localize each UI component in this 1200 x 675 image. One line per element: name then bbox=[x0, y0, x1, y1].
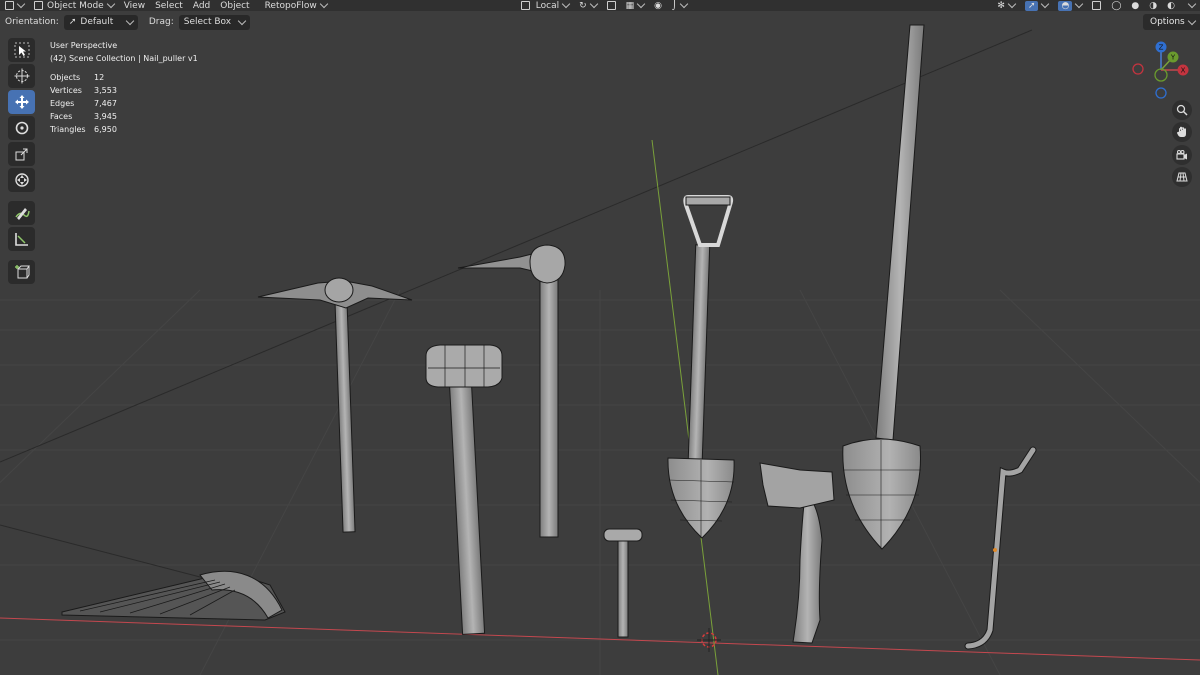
transform-icon bbox=[14, 173, 29, 187]
material-shading-icon: ◑ bbox=[1149, 0, 1158, 11]
short-shovel-mesh bbox=[667, 195, 735, 539]
neg-z-handle[interactable] bbox=[1155, 87, 1167, 99]
proportional-falloff-dropdown[interactable]: ⌡ bbox=[667, 0, 692, 11]
stat-row: Vertices 3,553 bbox=[50, 86, 117, 95]
toggle-projection-button[interactable] bbox=[1172, 167, 1192, 187]
menu-add[interactable]: Add bbox=[188, 0, 215, 11]
camera-icon bbox=[1176, 150, 1187, 160]
proportional-edit-icon: ◉ bbox=[654, 0, 663, 11]
gizmo-toggle[interactable]: ➚ bbox=[1020, 0, 1054, 11]
falloff-icon: ⌡ bbox=[672, 0, 677, 11]
scale-tool[interactable] bbox=[8, 142, 35, 166]
svg-text:Z: Z bbox=[1159, 44, 1164, 52]
tool-shelf bbox=[6, 38, 37, 286]
menu-select[interactable]: Select bbox=[150, 0, 188, 11]
menu-view[interactable]: View bbox=[119, 0, 150, 11]
camera-view-button[interactable] bbox=[1172, 145, 1192, 165]
move-icon bbox=[14, 95, 29, 109]
snap-target-icon: ▦ bbox=[625, 0, 635, 11]
snap-target-dropdown[interactable]: ▦ bbox=[621, 0, 650, 11]
cursor-tool[interactable] bbox=[8, 64, 35, 88]
wireframe-shading-icon: ◯ bbox=[1111, 0, 1122, 11]
saw-mesh bbox=[61, 570, 286, 621]
orientation-label: Orientation: bbox=[5, 17, 59, 27]
hand-icon bbox=[1177, 126, 1186, 137]
shading-material[interactable]: ◑ bbox=[1144, 0, 1162, 11]
neg-x-handle[interactable] bbox=[1132, 63, 1144, 75]
tool-settings-bar: Orientation: ➚ Default Drag: Select Box bbox=[0, 13, 1200, 31]
visibility-icon: ✻ bbox=[997, 0, 1005, 11]
pan-view-button[interactable] bbox=[1172, 122, 1192, 142]
zoom-icon bbox=[1176, 104, 1188, 116]
retopoflow-menu[interactable]: RetopoFlow bbox=[260, 0, 332, 11]
transform-space-dropdown[interactable]: Local bbox=[516, 0, 574, 11]
editor-type-button[interactable] bbox=[0, 0, 29, 11]
object-visibility-dropdown[interactable]: ✻ bbox=[992, 0, 1020, 11]
svg-text:Y: Y bbox=[1170, 54, 1176, 62]
solid-shading-icon: ● bbox=[1131, 0, 1140, 11]
transform-tool[interactable] bbox=[8, 168, 35, 192]
cursor-icon bbox=[14, 68, 29, 84]
orientation-dropdown[interactable]: ➚ Default bbox=[63, 14, 138, 30]
scene-statistics: Objects 12 Vertices 3,553 Edges 7,467 Faces… bbox=[50, 71, 198, 136]
snap-icon bbox=[606, 1, 616, 10]
proportional-edit-toggle[interactable]: ◉ bbox=[649, 0, 667, 11]
neg-y-handle[interactable] bbox=[1154, 68, 1168, 82]
annotate-icon bbox=[14, 208, 30, 220]
orientation-icon: ➚ bbox=[68, 17, 77, 27]
navigation-gizmo[interactable]: Z Y X bbox=[1128, 37, 1194, 103]
move-tool[interactable] bbox=[8, 90, 35, 114]
zoom-view-button[interactable] bbox=[1172, 100, 1192, 120]
menu-object[interactable]: Object bbox=[215, 0, 254, 11]
drag-dropdown[interactable]: Select Box bbox=[178, 14, 251, 30]
3d-cursor bbox=[697, 628, 721, 652]
rotate-icon bbox=[15, 121, 28, 135]
measure-tool[interactable] bbox=[8, 227, 35, 251]
shading-solid[interactable]: ● bbox=[1126, 0, 1144, 11]
shading-rendered[interactable]: ◐ bbox=[1162, 0, 1180, 11]
shading-wireframe[interactable]: ◯ bbox=[1106, 0, 1126, 11]
collection-name: (42) Scene Collection | Nail_puller v1 bbox=[50, 54, 198, 63]
mode-dropdown[interactable]: Object Mode bbox=[29, 0, 119, 11]
overlays-icon: ◓ bbox=[1058, 0, 1073, 11]
sledgehammer-mesh bbox=[425, 344, 503, 635]
rotate-tool[interactable] bbox=[8, 116, 35, 140]
object-mode-icon bbox=[34, 1, 43, 10]
pivot-dropdown[interactable]: ↻ bbox=[574, 0, 602, 11]
scale-icon bbox=[15, 148, 27, 161]
drag-label: Drag: bbox=[148, 17, 174, 27]
pivot-icon: ↻ bbox=[579, 0, 587, 11]
claw-hammer-mesh bbox=[603, 528, 643, 638]
gizmo-icon: ➚ bbox=[1024, 0, 1039, 11]
rendered-shading-icon: ◐ bbox=[1167, 0, 1175, 11]
stat-row: Edges 7,467 bbox=[50, 99, 117, 108]
xray-icon bbox=[1092, 1, 1102, 10]
measure-icon bbox=[14, 233, 28, 246]
stat-row: Objects 12 bbox=[50, 73, 105, 82]
annotate-tool[interactable] bbox=[8, 201, 35, 225]
grid-projection-icon bbox=[1176, 172, 1188, 182]
view-name: User Perspective bbox=[50, 41, 118, 50]
add-cube-icon bbox=[14, 265, 30, 279]
stat-row: Faces 3,945 bbox=[50, 112, 117, 121]
snap-toggle[interactable] bbox=[602, 0, 621, 11]
axe-mesh bbox=[759, 462, 835, 644]
nail-puller-mesh bbox=[964, 446, 1037, 650]
options-dropdown[interactable]: Options bbox=[1143, 14, 1200, 30]
add-cube-tool[interactable] bbox=[8, 260, 35, 284]
editor-type-icon bbox=[5, 1, 14, 10]
viewport-info-overlay: User Perspective (42) Scene Collection |… bbox=[50, 39, 198, 136]
select-box-tool[interactable] bbox=[8, 38, 35, 62]
shading-options-dropdown[interactable] bbox=[1180, 0, 1200, 11]
select-box-icon bbox=[14, 42, 29, 58]
svg-text:X: X bbox=[1181, 67, 1186, 75]
viewport-header: Object Mode View Select Add Object Retop… bbox=[0, 0, 1200, 11]
stat-row: Triangles 6,950 bbox=[50, 125, 117, 134]
transform-space-icon bbox=[520, 1, 530, 10]
y-axis-line bbox=[651, 139, 719, 675]
xray-toggle[interactable] bbox=[1087, 0, 1106, 11]
overlays-toggle[interactable]: ◓ bbox=[1053, 0, 1087, 11]
